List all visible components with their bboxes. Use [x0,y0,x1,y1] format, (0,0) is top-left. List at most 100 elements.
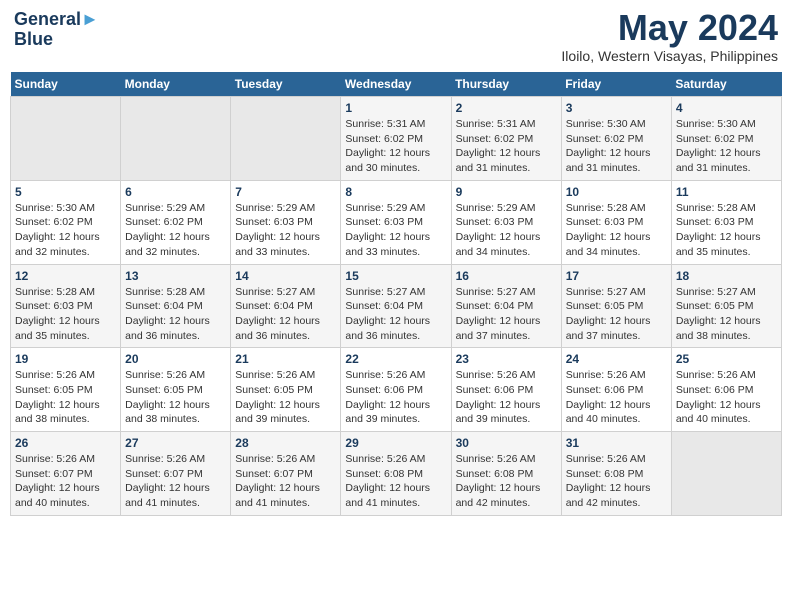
day-cell: 10 Sunrise: 5:28 AMSunset: 6:03 PMDayligh… [561,180,671,264]
location-title: Iloilo, Western Visayas, Philippines [561,48,778,64]
day-cell: 26 Sunrise: 5:26 AMSunset: 6:07 PMDayligh… [11,432,121,516]
day-cell: 16 Sunrise: 5:27 AMSunset: 6:04 PMDayligh… [451,264,561,348]
day-cell: 14 Sunrise: 5:27 AMSunset: 6:04 PMDayligh… [231,264,341,348]
day-info: Sunrise: 5:30 AMSunset: 6:02 PMDaylight:… [15,201,116,260]
page-header: General►Blue May 2024 Iloilo, Western Vi… [10,10,782,64]
day-info: Sunrise: 5:26 AMSunset: 6:06 PMDaylight:… [676,368,777,427]
day-info: Sunrise: 5:30 AMSunset: 6:02 PMDaylight:… [676,117,777,176]
day-number: 31 [566,436,667,450]
week-row-3: 12 Sunrise: 5:28 AMSunset: 6:03 PMDayligh… [11,264,782,348]
day-info: Sunrise: 5:26 AMSunset: 6:06 PMDaylight:… [456,368,557,427]
day-info: Sunrise: 5:29 AMSunset: 6:03 PMDaylight:… [235,201,336,260]
day-number: 4 [676,101,777,115]
day-number: 20 [125,352,226,366]
day-info: Sunrise: 5:27 AMSunset: 6:04 PMDaylight:… [456,285,557,344]
day-cell: 6 Sunrise: 5:29 AMSunset: 6:02 PMDaylight… [121,180,231,264]
day-number: 13 [125,269,226,283]
day-number: 28 [235,436,336,450]
weekday-header-wednesday: Wednesday [341,72,451,97]
day-number: 21 [235,352,336,366]
day-cell [121,97,231,181]
day-info: Sunrise: 5:26 AMSunset: 6:07 PMDaylight:… [235,452,336,511]
day-number: 6 [125,185,226,199]
day-number: 18 [676,269,777,283]
day-info: Sunrise: 5:29 AMSunset: 6:02 PMDaylight:… [125,201,226,260]
day-info: Sunrise: 5:31 AMSunset: 6:02 PMDaylight:… [345,117,446,176]
day-info: Sunrise: 5:28 AMSunset: 6:04 PMDaylight:… [125,285,226,344]
day-info: Sunrise: 5:26 AMSunset: 6:08 PMDaylight:… [566,452,667,511]
day-number: 1 [345,101,446,115]
day-cell: 24Sunrise: 5:26 AMSunset: 6:06 PMDayligh… [561,348,671,432]
day-cell: 4 Sunrise: 5:30 AMSunset: 6:02 PMDaylight… [671,97,781,181]
day-cell: 5 Sunrise: 5:30 AMSunset: 6:02 PMDaylight… [11,180,121,264]
day-number: 24 [566,352,667,366]
day-cell: 31 Sunrise: 5:26 AMSunset: 6:08 PMDayligh… [561,432,671,516]
day-number: 23 [456,352,557,366]
day-info: Sunrise: 5:28 AMSunset: 6:03 PMDaylight:… [676,201,777,260]
week-row-4: 19 Sunrise: 5:26 AMSunset: 6:05 PMDayligh… [11,348,782,432]
day-number: 19 [15,352,116,366]
day-number: 3 [566,101,667,115]
day-info: Sunrise: 5:27 AMSunset: 6:05 PMDaylight:… [566,285,667,344]
day-number: 7 [235,185,336,199]
day-number: 30 [456,436,557,450]
day-cell: 22Sunrise: 5:26 AMSunset: 6:06 PMDayligh… [341,348,451,432]
weekday-header-monday: Monday [121,72,231,97]
logo: General►Blue [14,10,99,50]
day-cell: 30 Sunrise: 5:26 AMSunset: 6:08 PMDayligh… [451,432,561,516]
weekday-header-sunday: Sunday [11,72,121,97]
day-info: Sunrise: 5:26 AMSunset: 6:06 PMDaylight:… [345,368,446,427]
weekday-header-saturday: Saturday [671,72,781,97]
day-info: Sunrise: 5:28 AMSunset: 6:03 PMDaylight:… [566,201,667,260]
day-cell [11,97,121,181]
day-info: Sunrise: 5:28 AMSunset: 6:03 PMDaylight:… [15,285,116,344]
day-info: Sunrise: 5:29 AMSunset: 6:03 PMDaylight:… [456,201,557,260]
day-number: 5 [15,185,116,199]
day-number: 26 [15,436,116,450]
day-info: Sunrise: 5:26 AMSunset: 6:08 PMDaylight:… [345,452,446,511]
day-info: Sunrise: 5:27 AMSunset: 6:05 PMDaylight:… [676,285,777,344]
weekday-header-tuesday: Tuesday [231,72,341,97]
day-cell: 9 Sunrise: 5:29 AMSunset: 6:03 PMDaylight… [451,180,561,264]
day-info: Sunrise: 5:31 AMSunset: 6:02 PMDaylight:… [456,117,557,176]
day-info: Sunrise: 5:26 AMSunset: 6:08 PMDaylight:… [456,452,557,511]
day-number: 2 [456,101,557,115]
day-cell: 18 Sunrise: 5:27 AMSunset: 6:05 PMDayligh… [671,264,781,348]
weekday-header-row: SundayMondayTuesdayWednesdayThursdayFrid… [11,72,782,97]
day-cell [231,97,341,181]
day-cell: 19Sunrise: 5:26 AMSunset: 6:05 PMDayligh… [11,348,121,432]
title-section: May 2024 Iloilo, Western Visayas, Philip… [561,10,778,64]
day-cell: 2 Sunrise: 5:31 AMSunset: 6:02 PMDaylight… [451,97,561,181]
week-row-2: 5 Sunrise: 5:30 AMSunset: 6:02 PMDaylight… [11,180,782,264]
day-cell: 20Sunrise: 5:26 AMSunset: 6:05 PMDayligh… [121,348,231,432]
weekday-header-thursday: Thursday [451,72,561,97]
calendar-table: SundayMondayTuesdayWednesdayThursdayFrid… [10,72,782,516]
day-number: 29 [345,436,446,450]
day-cell: 28 Sunrise: 5:26 AMSunset: 6:07 PMDayligh… [231,432,341,516]
day-cell: 17Sunrise: 5:27 AMSunset: 6:05 PMDayligh… [561,264,671,348]
day-number: 27 [125,436,226,450]
day-number: 11 [676,185,777,199]
day-number: 8 [345,185,446,199]
day-cell: 29 Sunrise: 5:26 AMSunset: 6:08 PMDayligh… [341,432,451,516]
day-cell: 23 Sunrise: 5:26 AMSunset: 6:06 PMDayligh… [451,348,561,432]
day-cell: 3Sunrise: 5:30 AMSunset: 6:02 PMDaylight… [561,97,671,181]
day-number: 16 [456,269,557,283]
month-title: May 2024 [561,10,778,46]
day-cell [671,432,781,516]
day-number: 12 [15,269,116,283]
day-number: 9 [456,185,557,199]
day-number: 15 [345,269,446,283]
day-number: 10 [566,185,667,199]
day-info: Sunrise: 5:26 AMSunset: 6:07 PMDaylight:… [15,452,116,511]
day-cell: 11 Sunrise: 5:28 AMSunset: 6:03 PMDayligh… [671,180,781,264]
logo-text: General►Blue [14,10,99,50]
day-cell: 7 Sunrise: 5:29 AMSunset: 6:03 PMDaylight… [231,180,341,264]
day-cell: 21 Sunrise: 5:26 AMSunset: 6:05 PMDayligh… [231,348,341,432]
weekday-header-friday: Friday [561,72,671,97]
day-cell: 27Sunrise: 5:26 AMSunset: 6:07 PMDayligh… [121,432,231,516]
day-info: Sunrise: 5:26 AMSunset: 6:05 PMDaylight:… [235,368,336,427]
day-number: 14 [235,269,336,283]
day-info: Sunrise: 5:29 AMSunset: 6:03 PMDaylight:… [345,201,446,260]
day-info: Sunrise: 5:27 AMSunset: 6:04 PMDaylight:… [235,285,336,344]
